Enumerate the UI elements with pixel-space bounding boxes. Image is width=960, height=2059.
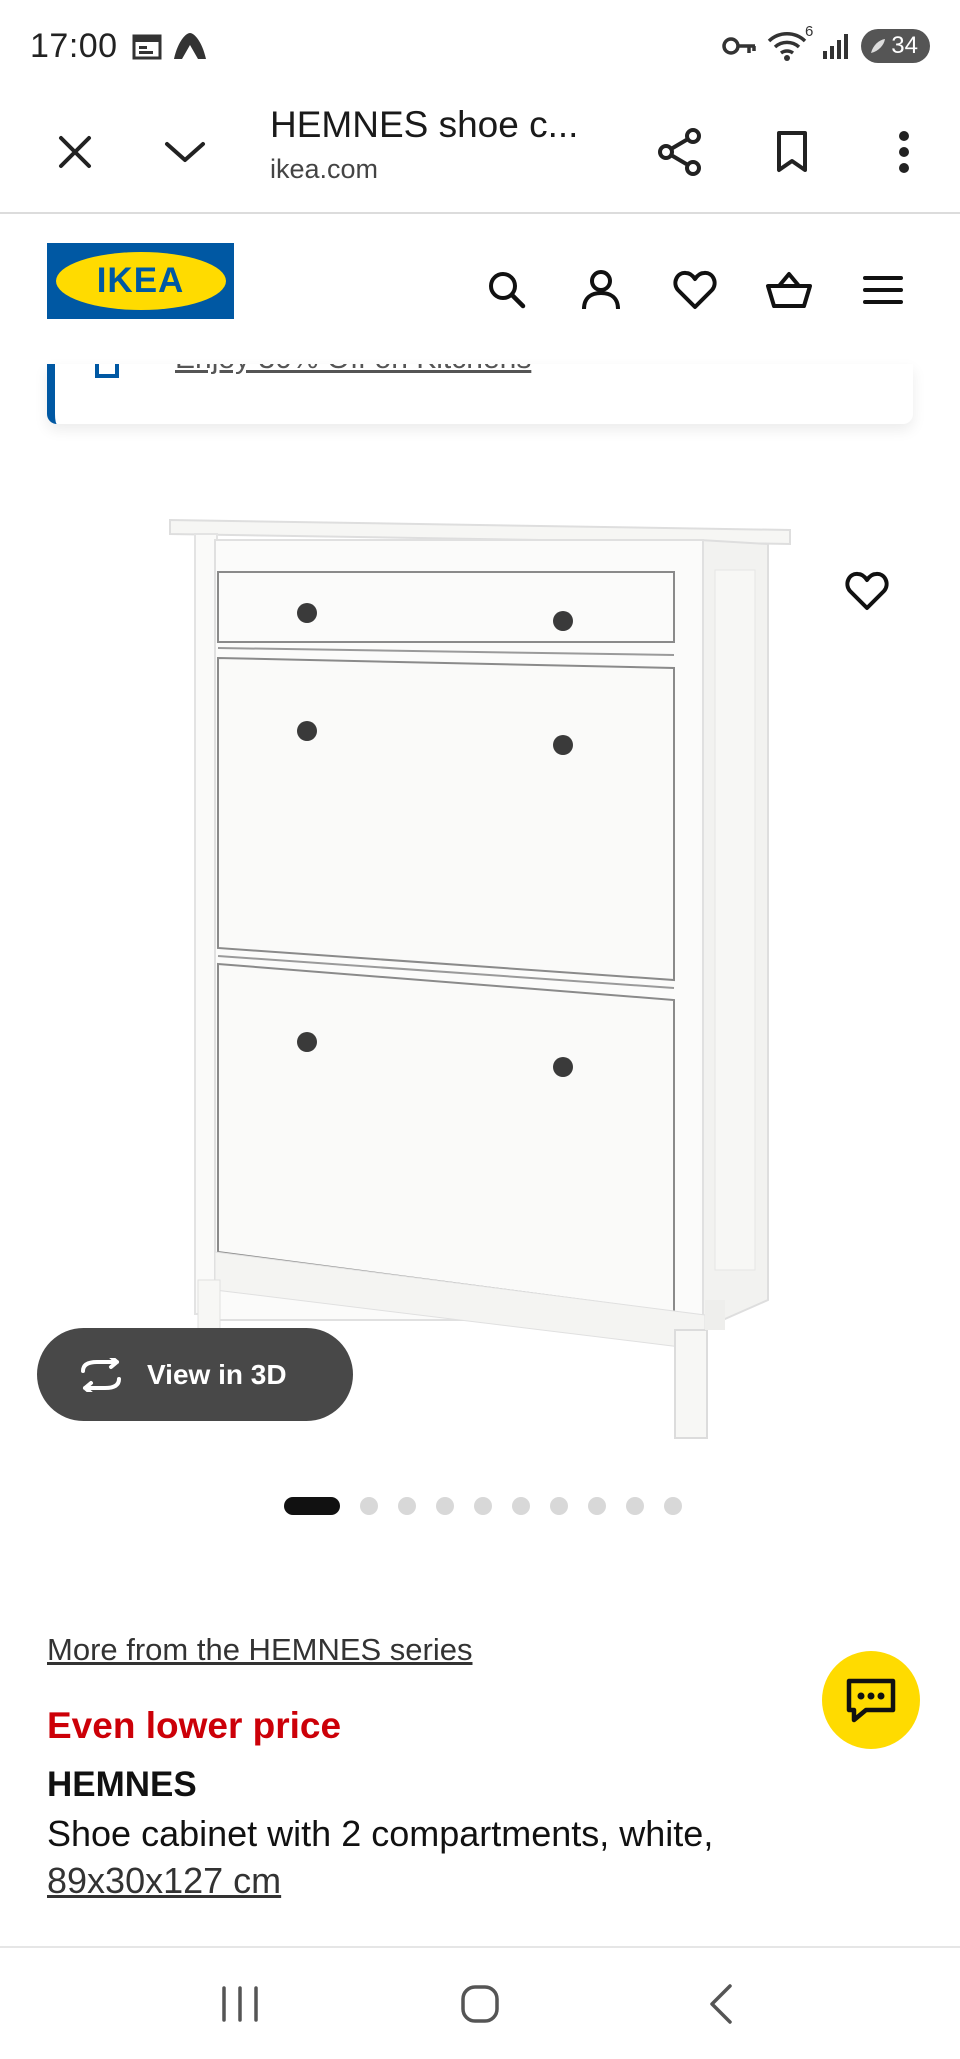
carousel-dot[interactable] bbox=[512, 1497, 530, 1515]
battery-indicator: 34 bbox=[861, 29, 930, 63]
minimize-tab-button[interactable] bbox=[130, 97, 240, 207]
battery-level: 34 bbox=[891, 32, 918, 59]
carousel-indicator bbox=[284, 1496, 682, 1516]
search-icon bbox=[489, 272, 526, 309]
chat-bubble-icon bbox=[846, 1678, 896, 1723]
shopping-basket-icon bbox=[766, 272, 812, 308]
price-tag: Even lower price bbox=[47, 1705, 342, 1746]
bookmark-icon bbox=[777, 131, 807, 172]
search-button[interactable] bbox=[460, 243, 554, 337]
kitchen-icon bbox=[95, 364, 119, 378]
app-notification-icon bbox=[173, 33, 206, 59]
ikea-logo[interactable]: IKEA bbox=[47, 243, 234, 319]
product-dimensions-link[interactable]: 89x30x127 cm bbox=[47, 1860, 281, 1901]
carousel-dot[interactable] bbox=[664, 1497, 682, 1515]
carousel-dot[interactable] bbox=[398, 1497, 416, 1515]
share-button[interactable] bbox=[624, 97, 736, 207]
signal-icon bbox=[823, 34, 849, 59]
page-title: HEMNES shoe c... bbox=[270, 104, 579, 145]
vpn-key-icon bbox=[722, 37, 757, 55]
status-bar: 17:00 6 34 bbox=[0, 0, 960, 92]
promo-banner[interactable]: Enjoy 30% Off on Kitchens bbox=[47, 364, 913, 424]
battery-saver-icon bbox=[871, 39, 886, 53]
more-vertical-icon bbox=[899, 131, 909, 173]
home-icon bbox=[461, 1984, 499, 2023]
view-in-3d-label: View in 3D bbox=[147, 1358, 287, 1390]
rotate-3d-icon bbox=[81, 1357, 121, 1392]
product-name: HEMNES bbox=[47, 1765, 197, 1804]
product-image[interactable] bbox=[150, 500, 810, 1450]
series-link[interactable]: More from the HEMNES series bbox=[47, 1632, 473, 1668]
system-navigation-bar bbox=[0, 1946, 960, 2059]
recent-apps-icon bbox=[222, 1985, 258, 2022]
heart-icon bbox=[673, 270, 717, 309]
carousel-dot[interactable] bbox=[360, 1497, 378, 1515]
page-url: ikea.com bbox=[270, 154, 379, 184]
carousel-dot[interactable] bbox=[550, 1497, 568, 1515]
carousel-dot[interactable] bbox=[474, 1497, 492, 1515]
view-in-3d-button[interactable]: View in 3D bbox=[37, 1328, 353, 1421]
add-to-wishlist-button[interactable] bbox=[836, 560, 898, 622]
product-description-text: Shoe cabinet with 2 compartments, white, bbox=[47, 1813, 714, 1854]
wishlist-button[interactable] bbox=[648, 243, 742, 337]
menu-button[interactable] bbox=[836, 243, 930, 337]
home-button[interactable] bbox=[430, 1954, 530, 2054]
bookmark-button[interactable] bbox=[736, 97, 848, 207]
tab-title-area[interactable]: HEMNES shoe c... ikea.com bbox=[270, 104, 578, 185]
chevron-down-icon bbox=[165, 142, 205, 162]
product-description: Shoe cabinet with 2 compartments, white,… bbox=[47, 1810, 867, 1904]
share-icon bbox=[658, 128, 701, 176]
back-chevron-icon bbox=[710, 1983, 732, 2024]
hamburger-menu-icon bbox=[863, 276, 903, 304]
carousel-dot[interactable] bbox=[436, 1497, 454, 1515]
calendar-notification-icon bbox=[132, 34, 162, 60]
close-tab-button[interactable] bbox=[20, 97, 130, 207]
back-button[interactable] bbox=[670, 1954, 770, 2054]
recent-apps-button[interactable] bbox=[190, 1954, 290, 2054]
wifi-icon: 6 bbox=[767, 23, 813, 63]
carousel-dot[interactable] bbox=[588, 1497, 606, 1515]
more-options-button[interactable] bbox=[848, 97, 960, 207]
site-header: IKEA bbox=[0, 216, 960, 364]
wifi-badge: 6 bbox=[804, 23, 814, 40]
user-icon bbox=[582, 270, 620, 310]
account-button[interactable] bbox=[554, 243, 648, 337]
logo-text: IKEA bbox=[96, 261, 185, 300]
heart-icon bbox=[845, 571, 889, 610]
browser-toolbar: HEMNES shoe c... ikea.com bbox=[0, 92, 960, 214]
status-time: 17:00 bbox=[30, 26, 118, 65]
chat-support-button[interactable] bbox=[822, 1651, 920, 1749]
promo-link[interactable]: Enjoy 30% Off on Kitchens bbox=[175, 364, 531, 376]
close-icon bbox=[59, 136, 91, 168]
carousel-dot[interactable] bbox=[284, 1497, 340, 1515]
carousel-dot[interactable] bbox=[626, 1497, 644, 1515]
cart-button[interactable] bbox=[742, 243, 836, 337]
